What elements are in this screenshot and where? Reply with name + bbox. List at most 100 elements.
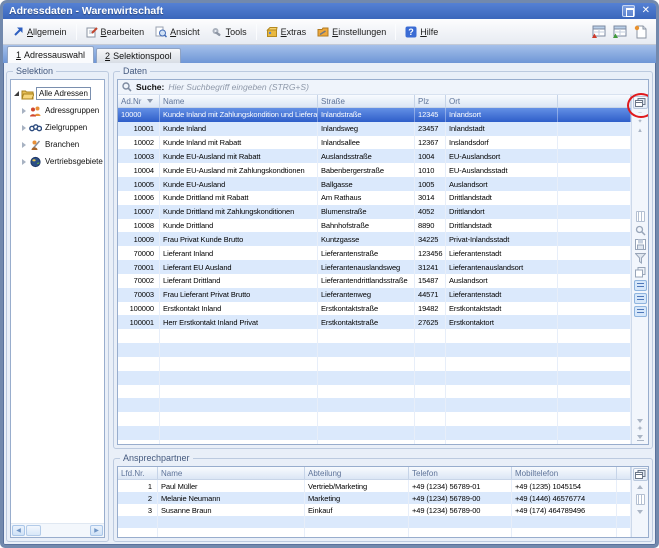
grip-icon[interactable] — [636, 494, 645, 505]
menu-item-hilfe[interactable]: ? Hilfe — [400, 24, 443, 40]
address-row[interactable] — [118, 329, 631, 343]
contact-row[interactable] — [118, 516, 631, 528]
contact-row[interactable]: 1Paul MüllerVertrieb/Marketing+49 (1234)… — [118, 480, 631, 492]
table-export-icon[interactable] — [590, 24, 606, 39]
expander-open-icon[interactable] — [14, 91, 19, 96]
tree-item-branchen[interactable]: Branchen — [11, 136, 104, 153]
menu-item-einstellungen[interactable]: Einstellungen — [312, 24, 391, 40]
tree-item-adressgruppen[interactable]: Adressgruppen — [11, 102, 104, 119]
column-chooser-icon[interactable] — [633, 96, 648, 109]
tab-selektionspool[interactable]: 2 Selektionspool — [96, 48, 181, 63]
column-header-name[interactable]: Name — [158, 467, 305, 479]
plus-icon[interactable]: ✦ — [637, 425, 644, 433]
address-row[interactable]: 70003Frau Lieferant Privat BruttoLiefera… — [118, 288, 631, 302]
address-row[interactable]: 100001Herr Erstkontakt Inland PrivatErst… — [118, 315, 631, 329]
tree-item-alle-adressen[interactable]: Alle Adressen — [11, 85, 104, 102]
address-row[interactable] — [118, 412, 631, 426]
scroll-right-button[interactable]: ▶ — [90, 525, 103, 536]
column-header-ort[interactable]: Ort — [446, 95, 558, 107]
address-row[interactable]: 10008Kunde DrittlandBahnhofstraße8890Dri… — [118, 219, 631, 233]
save-icon[interactable] — [634, 238, 647, 250]
address-row[interactable]: 100000Erstkontakt InlandErstkontaktstraß… — [118, 302, 631, 316]
contact-row[interactable]: 3Susanne BraunEinkauf+49 (1234) 56789-00… — [118, 504, 631, 516]
tree-item-zielgruppen[interactable]: Zielgruppen — [11, 119, 104, 136]
restore-icon[interactable] — [622, 5, 635, 17]
scroll-down-icon[interactable] — [637, 510, 643, 514]
address-row[interactable]: 10000Kunde Inland mit Zahlungskondition … — [118, 108, 631, 122]
address-row[interactable]: 10004Kunde EU-Ausland mit Zahlungskondti… — [118, 163, 631, 177]
address-row[interactable] — [118, 426, 631, 440]
contact-row-cell: +49 (174) 464789496 — [512, 504, 617, 516]
column-header-lfdnr[interactable]: Lfd.Nr. — [118, 467, 158, 479]
address-row[interactable]: 10007Kunde Drittland mit Zahlungskonditi… — [118, 205, 631, 219]
scroll-up-icon[interactable] — [637, 485, 643, 489]
column-header-name[interactable]: Name — [160, 95, 318, 107]
address-row[interactable]: 10009Frau Privat Kunde BruttoKuntzgasse3… — [118, 232, 631, 246]
chevron-right-icon[interactable] — [22, 159, 26, 165]
filter-icon[interactable] — [634, 252, 647, 264]
scroll-thumb[interactable] — [26, 525, 41, 536]
address-row[interactable] — [118, 398, 631, 412]
column-header-filler — [558, 95, 631, 107]
ansprechpartner-group-label: Ansprechpartner — [120, 453, 193, 463]
address-row-cell — [160, 329, 318, 343]
column-header-strasse[interactable]: Straße — [318, 95, 415, 107]
copy-icon[interactable] — [634, 266, 647, 278]
address-row-cell: Erstkontakt Inland — [160, 302, 318, 316]
scroll-down-icon[interactable] — [637, 419, 643, 423]
new-page-icon[interactable] — [632, 24, 648, 39]
address-row[interactable]: 10006Kunde Drittland mit RabattAm Rathau… — [118, 191, 631, 205]
tab-adressauswahl[interactable]: 1 Adressauswahl — [7, 46, 94, 63]
chevron-right-icon[interactable] — [22, 108, 26, 114]
column-header-adnr[interactable]: Ad.Nr — [118, 95, 160, 107]
search-input[interactable] — [168, 82, 644, 92]
address-row[interactable] — [118, 357, 631, 371]
column-header-plz[interactable]: Plz — [415, 95, 446, 107]
address-row[interactable] — [118, 385, 631, 399]
address-row[interactable] — [118, 343, 631, 357]
contact-row-cell — [305, 528, 409, 537]
close-icon[interactable]: ✕ — [642, 5, 650, 17]
list-view-icon[interactable] — [634, 293, 647, 304]
column-chooser-icon[interactable] — [633, 468, 648, 481]
address-row-cell: 10009 — [118, 232, 160, 246]
list-view-icon[interactable] — [634, 306, 647, 317]
address-row-cell: Kunde Drittland mit Rabatt — [160, 191, 318, 205]
scroll-left-button[interactable]: ◀ — [12, 525, 25, 536]
address-row[interactable]: 70001Lieferant EU AuslandLieferantenausl… — [118, 260, 631, 274]
address-row-cell — [558, 302, 631, 316]
chevron-right-icon[interactable] — [22, 125, 26, 131]
address-row[interactable]: 10002Kunde Inland mit RabattInlandsallee… — [118, 136, 631, 150]
menu-item-extras[interactable]: Extras — [261, 24, 312, 40]
tree-item-vertriebsgebiete[interactable]: Vertriebsgebiete — [11, 153, 104, 170]
chevron-right-icon[interactable] — [22, 142, 26, 148]
scroll-top-icon[interactable]: ▲ — [637, 127, 643, 136]
list-view-icon[interactable] — [634, 280, 647, 291]
address-row-cell: 123456 — [415, 246, 446, 260]
address-row-cell — [415, 343, 446, 357]
address-row[interactable] — [118, 440, 631, 444]
scroll-end-icon[interactable] — [637, 435, 644, 441]
address-row-cell — [446, 329, 558, 343]
menu-item-bearbeiten[interactable]: Bearbeiten — [81, 24, 150, 40]
address-row-cell — [160, 357, 318, 371]
address-row[interactable]: 10001Kunde InlandInlandsweg23457Inlandst… — [118, 122, 631, 136]
address-row[interactable]: 70002Lieferant DrittlandLieferantendritt… — [118, 274, 631, 288]
contact-row[interactable]: 2Melanie NeumannMarketing+49 (1234) 5678… — [118, 492, 631, 504]
menu-item-allgemein[interactable]: Allgemein — [8, 24, 72, 39]
grip-icon[interactable] — [636, 211, 645, 222]
address-row[interactable]: 10003Kunde EU-Ausland mit RabattAuslands… — [118, 149, 631, 163]
scroll-up-icon[interactable]: ✦ — [637, 118, 642, 127]
column-header-abteilung[interactable]: Abteilung — [305, 467, 409, 479]
contact-row-cell — [617, 492, 631, 504]
column-header-mobiltelefon[interactable]: Mobiltelefon — [512, 467, 617, 479]
address-row[interactable]: 10005Kunde EU-AuslandBallgasse1005Auslan… — [118, 177, 631, 191]
column-header-telefon[interactable]: Telefon — [409, 467, 512, 479]
address-row[interactable] — [118, 371, 631, 385]
search-small-icon[interactable] — [634, 224, 647, 236]
menu-item-ansicht[interactable]: Ansicht — [150, 24, 205, 40]
table-import-icon[interactable] — [611, 24, 627, 39]
address-row[interactable]: 70000Lieferant InlandLieferantenstraße12… — [118, 246, 631, 260]
contact-row[interactable] — [118, 528, 631, 537]
menu-item-tools[interactable]: Tools — [206, 24, 252, 40]
